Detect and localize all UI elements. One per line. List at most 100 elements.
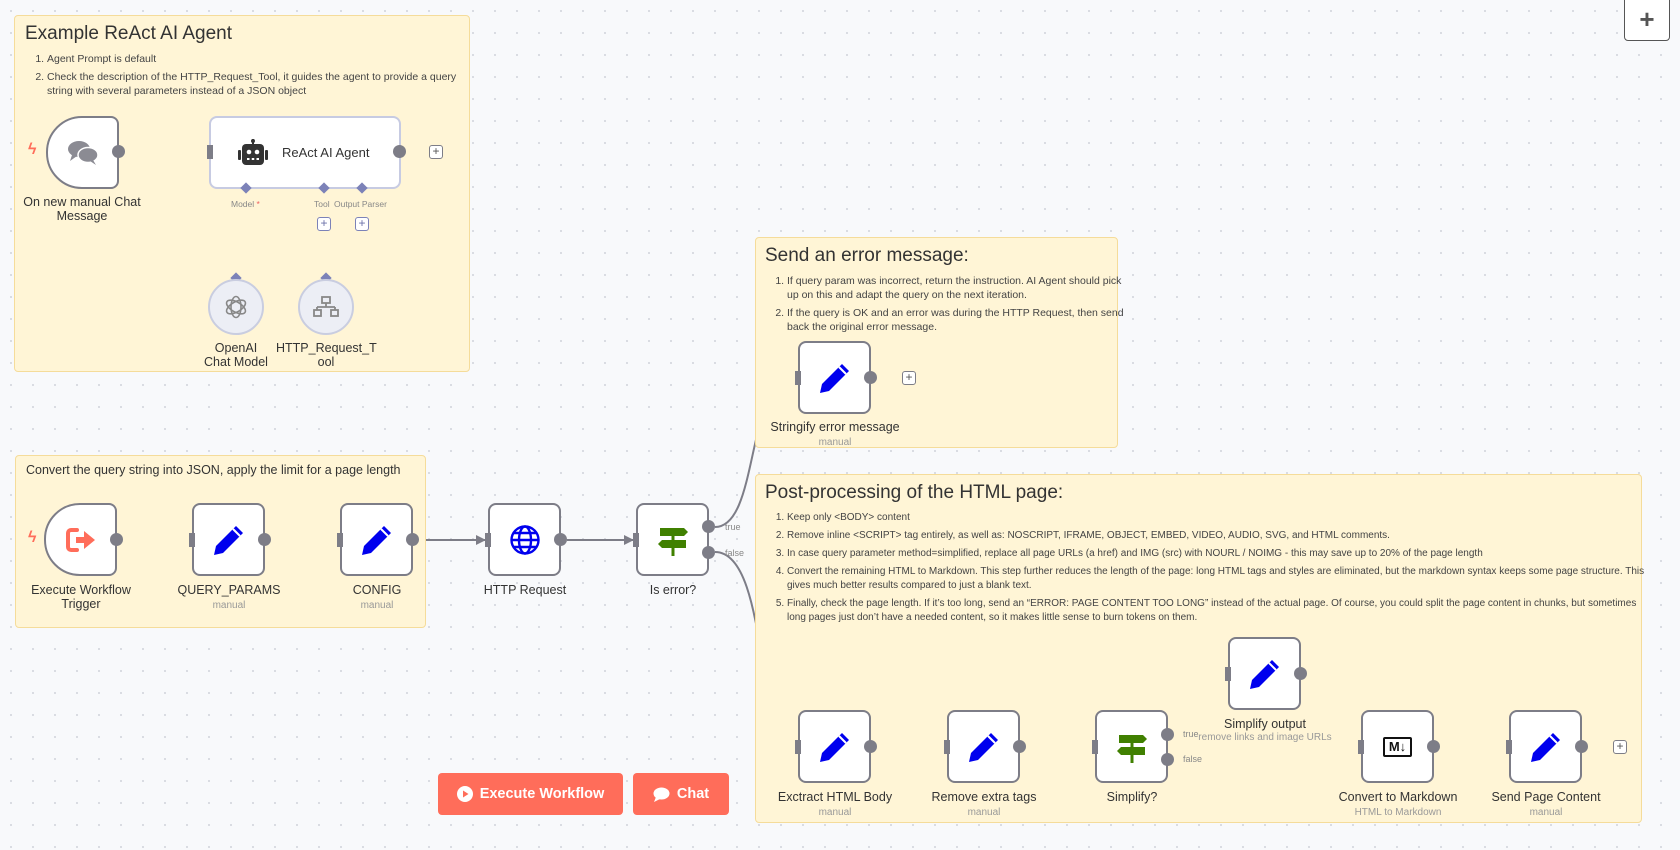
openai-icon: [225, 295, 247, 319]
sticky-post-list: Keep only <BODY> content Remove inline <…: [765, 511, 1652, 629]
sign-out-icon: [65, 527, 95, 552]
http-request-input-handle[interactable]: [485, 533, 491, 547]
sticky-post-item: Finally, check the page length. If it’s …: [787, 597, 1652, 625]
extract-input-handle[interactable]: [795, 740, 801, 754]
convert-md-input-handle[interactable]: [1358, 740, 1364, 754]
simplify-false-label: false: [1183, 754, 1203, 764]
node-extract-html-body[interactable]: [798, 710, 871, 783]
remove-tags-input-handle[interactable]: [944, 740, 950, 754]
agent-output-handle[interactable]: [393, 145, 406, 158]
config-output-handle[interactable]: [406, 533, 419, 546]
simplify-output-input-handle[interactable]: [1225, 667, 1231, 681]
sticky-react-item: Check the description of the HTTP_Reques…: [47, 70, 477, 98]
simplify-output-output-handle[interactable]: [1294, 667, 1307, 680]
tool-port-label: Tool: [314, 199, 330, 209]
exec-trigger-output-handle[interactable]: [110, 533, 123, 546]
signpost-icon: [657, 527, 688, 556]
http-request-label: HTTP Request: [483, 583, 567, 597]
stringify-subtitle: manual: [818, 437, 852, 448]
is-error-false-handle[interactable]: [702, 546, 715, 559]
node-send-page-content[interactable]: [1509, 710, 1582, 783]
http-request-output-handle[interactable]: [554, 533, 567, 546]
sticky-error-item: If query param was incorrect, return the…: [787, 274, 1127, 302]
sticky-post-title: Post-processing of the HTML page:: [765, 482, 1064, 503]
node-stringify-error[interactable]: [798, 341, 871, 414]
send-page-input-handle[interactable]: [1506, 740, 1512, 754]
model-required-mark: *: [256, 199, 260, 209]
sticky-error-list: If query param was incorrect, return the…: [765, 274, 1127, 338]
node-simplify-output[interactable]: [1228, 637, 1301, 710]
parser-port-label: Output Parser: [334, 199, 387, 209]
add-output-parser-button[interactable]: +: [355, 217, 369, 231]
add-tool-button[interactable]: +: [317, 217, 331, 231]
query-params-title: QUERY_PARAMS: [177, 583, 281, 597]
chat-trigger-output-handle[interactable]: [112, 145, 125, 158]
node-query-params[interactable]: [192, 503, 265, 576]
stringify-input-handle[interactable]: [795, 371, 801, 385]
stringify-title: Stringify error message: [770, 420, 900, 434]
send-page-add-next-button[interactable]: +: [1613, 740, 1627, 754]
config-label: CONFIG manual: [292, 583, 462, 613]
extract-label: Exctract HTML Body manual: [750, 790, 920, 820]
remove-tags-output-handle[interactable]: [1013, 740, 1026, 753]
node-http-request-tool[interactable]: [298, 279, 354, 335]
stringify-output-handle[interactable]: [864, 371, 877, 384]
pencil-icon: [968, 732, 998, 762]
query-params-output-handle[interactable]: [258, 533, 271, 546]
convert-md-output-handle[interactable]: [1427, 740, 1440, 753]
simplify-if-label: Simplify?: [1106, 790, 1158, 804]
send-page-label: Send Page Content manual: [1461, 790, 1631, 820]
agent-add-next-button[interactable]: +: [429, 145, 443, 159]
is-error-input-handle[interactable]: [633, 533, 639, 547]
signpost-icon: [1116, 734, 1147, 763]
simplify-if-true-handle[interactable]: [1161, 728, 1174, 741]
node-simplify-if[interactable]: [1095, 710, 1168, 783]
chat-button[interactable]: Chat: [633, 773, 729, 815]
stringify-label: Stringify error message manual: [750, 420, 920, 450]
config-input-handle[interactable]: [337, 533, 343, 547]
node-react-agent[interactable]: ReAct AI Agent: [209, 116, 401, 189]
config-title: CONFIG: [352, 583, 402, 597]
send-page-title: Send Page Content: [1491, 790, 1601, 804]
node-remove-extra-tags[interactable]: [947, 710, 1020, 783]
query-params-subtitle: manual: [212, 600, 246, 611]
is-error-true-handle[interactable]: [702, 520, 715, 533]
simplify-if-input-handle[interactable]: [1092, 740, 1098, 754]
chat-label: Chat: [676, 786, 710, 802]
pencil-icon: [361, 525, 391, 555]
agent-input-handle[interactable]: [207, 145, 213, 159]
sticky-post-item: Keep only <BODY> content: [787, 511, 1652, 525]
node-is-error[interactable]: [636, 503, 709, 576]
sticky-react-title: Example ReAct AI Agent: [25, 23, 233, 44]
simplify-if-false-handle[interactable]: [1161, 753, 1174, 766]
globe-icon: [509, 524, 540, 555]
stringify-add-next-button[interactable]: +: [902, 371, 916, 385]
extract-output-handle[interactable]: [864, 740, 877, 753]
convert-md-title: Convert to Markdown: [1338, 790, 1458, 804]
simplify-output-title: Simplify output: [1224, 717, 1306, 731]
openai-label: OpenAI Chat Model: [204, 341, 268, 369]
node-convert-to-markdown[interactable]: M↓: [1361, 710, 1434, 783]
exec-trigger-label: Execute Workflow Trigger: [0, 583, 166, 611]
node-execute-workflow-trigger[interactable]: [44, 503, 117, 576]
trigger-bolt-icon: ϟ: [28, 141, 37, 158]
node-openai-chat-model[interactable]: [208, 279, 264, 335]
node-chat-trigger[interactable]: [46, 116, 119, 189]
trigger-bolt-icon: ϟ: [28, 529, 37, 546]
node-config[interactable]: [340, 503, 413, 576]
node-http-request[interactable]: [488, 503, 561, 576]
chat-trigger-label: On new manual Chat Message: [23, 195, 141, 223]
http-tool-label: HTTP_Request_T ool: [276, 341, 377, 369]
zoom-in-button[interactable]: +: [1624, 0, 1670, 41]
execute-workflow-button[interactable]: Execute Workflow: [438, 773, 623, 815]
robot-icon: [238, 138, 268, 165]
extract-title: Exctract HTML Body: [777, 790, 893, 804]
send-page-output-handle[interactable]: [1575, 740, 1588, 753]
remove-tags-label: Remove extra tags manual: [899, 790, 1069, 820]
sticky-post-item: Remove inline <SCRIPT> tag entirely, as …: [787, 529, 1652, 543]
sticky-react-item: Agent Prompt is default: [47, 52, 477, 66]
agent-label: ReAct AI Agent: [282, 145, 370, 160]
query-params-input-handle[interactable]: [189, 533, 195, 547]
pencil-icon: [819, 732, 849, 762]
markdown-icon: M↓: [1382, 736, 1413, 757]
